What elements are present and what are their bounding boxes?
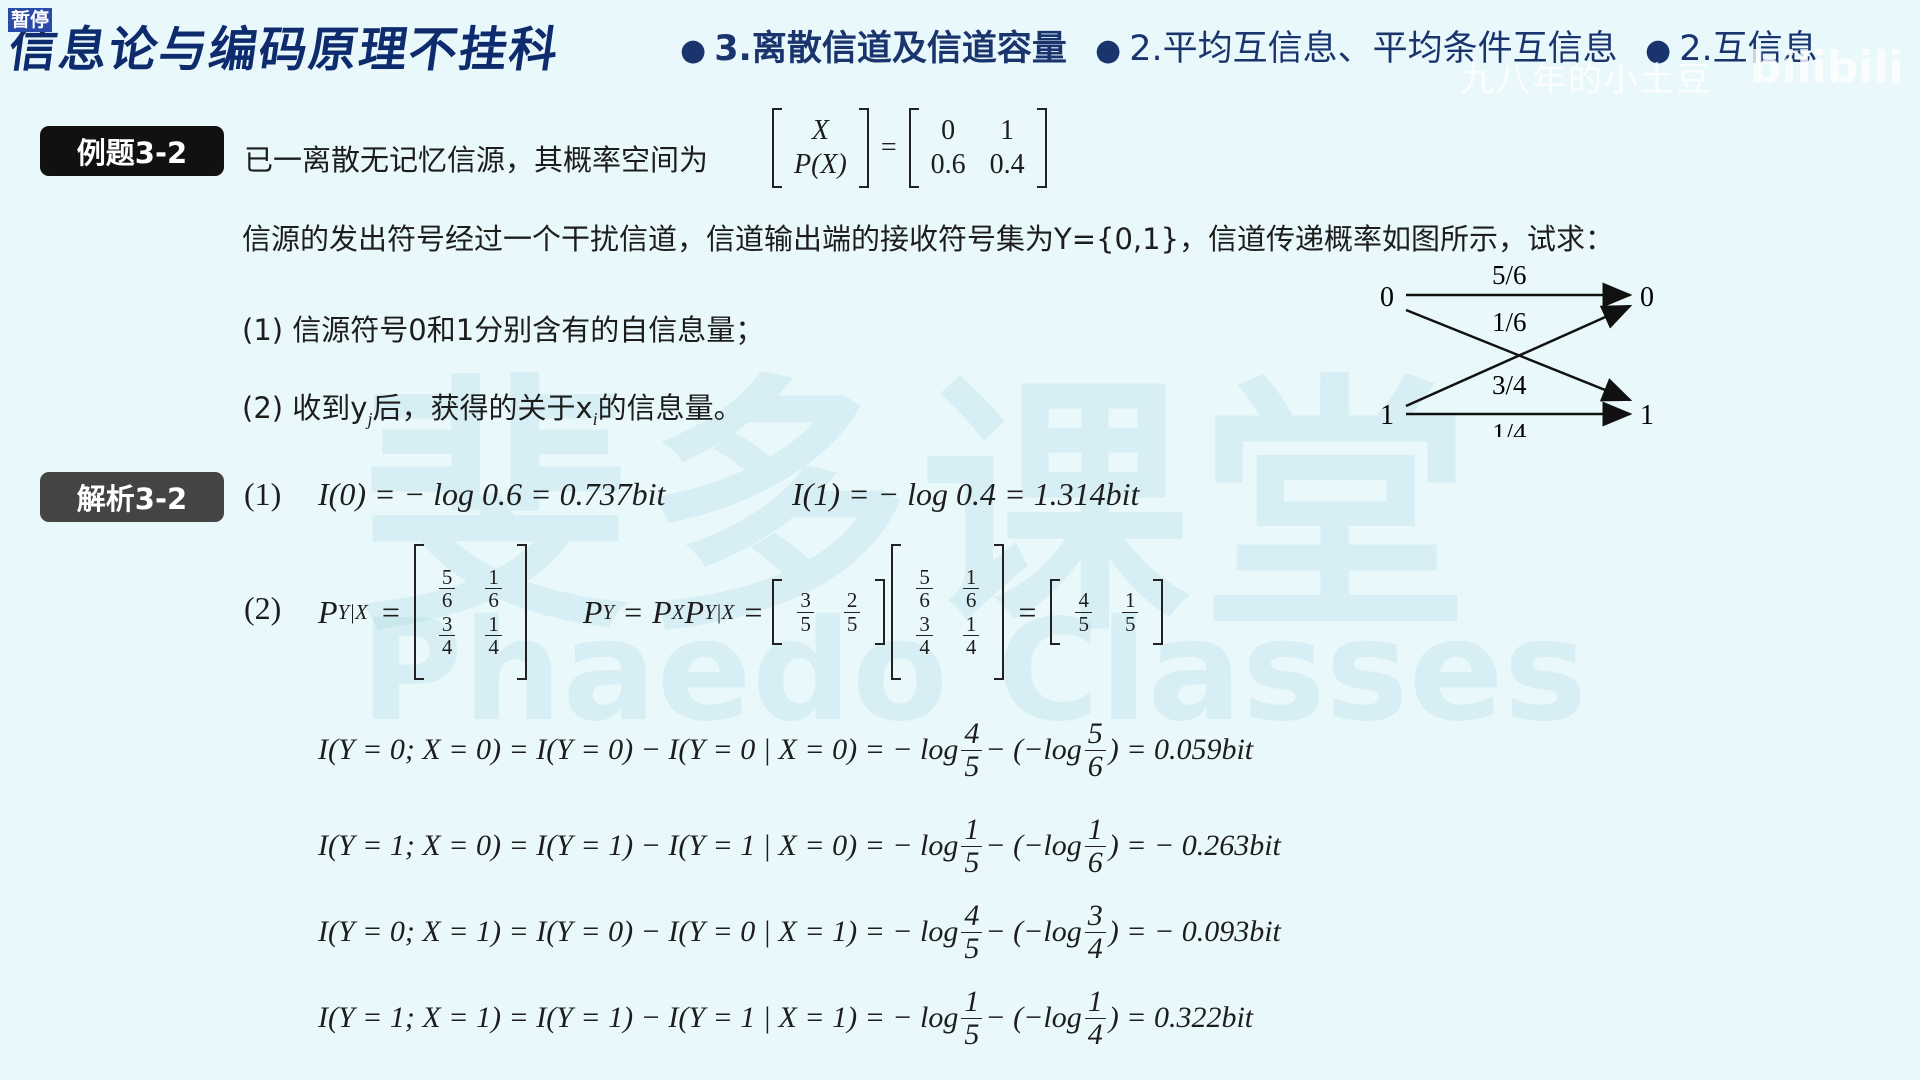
source-distribution-matrix: 35 25 [772,579,886,645]
channel-transition-diagram: 0 1 0 1 5/6 1/6 3/4 1/4 [1380,262,1654,437]
mutual-info-eq-3: I(Y = 0; X = 1) = I(Y = 0) − I(Y = 0 | X… [318,899,1281,965]
part2-tag: (2) [244,590,282,626]
pause-badge[interactable]: 暂停 [8,8,53,32]
uploader-watermark: 九八年的小土豆 [1460,60,1712,100]
transition-matrix: 56 16 34 14 [413,544,527,680]
prob-label-1-4: 1/4 [1492,418,1527,437]
question-1: (1) 信源符号0和1分别含有的自信息量； [242,313,765,347]
probability-space: X P(X) = 01 0.6 0.4 [772,108,1047,188]
example-line2: 信源的发出符号经过一个干扰信道，信道输出端的接收符号集为Y={0,1}，信道传递… [242,222,1615,256]
bilibili-logo: bilibili [1750,42,1904,93]
prob-label-3-4: 3/4 [1492,370,1527,400]
part1-tag: (1) [244,476,282,512]
transition-matrix-equation: P Y|X = 56 16 34 14 PY = P X P Y|X = 35 25 5… [318,542,1164,682]
input-0: 0 [1380,282,1394,313]
output-distribution-matrix: 45 15 [1050,579,1164,645]
input-1: 1 [1380,400,1394,431]
breadcrumb-chapter[interactable]: ● 3.离散信道及信道容量 [680,20,1067,71]
example-label: 例题3-2 [40,126,224,176]
self-info-1: I(1) = − log 0.4 = 1.314bit [792,476,1140,512]
course-title: 信息论与编码原理不挂科 [5,22,564,78]
self-info-0: I(0) = − log 0.6 = 0.737bit [318,476,666,512]
solution-label: 解析3-2 [40,472,224,522]
output-1: 1 [1640,400,1654,431]
mutual-info-eq-4: I(Y = 1; X = 1) = I(Y = 1) − I(Y = 1 | X… [318,985,1254,1051]
transition-matrix-repeat: 56 16 34 14 [891,544,1005,680]
output-0: 0 [1640,282,1654,313]
prob-label-1-6: 1/6 [1492,307,1527,337]
mutual-info-eq-1: I(Y = 0; X = 0) = I(Y = 0) − I(Y = 0 | X… [318,717,1254,783]
example-intro: 已一离散无记忆信源，其概率空间为 [244,143,709,177]
question-2: (2) 收到yj后，获得的关于xi的信息量。 [242,391,743,429]
mutual-info-eq-2: I(Y = 1; X = 0) = I(Y = 1) − I(Y = 1 | X… [318,813,1281,879]
prob-label-5-6: 5/6 [1492,262,1527,290]
